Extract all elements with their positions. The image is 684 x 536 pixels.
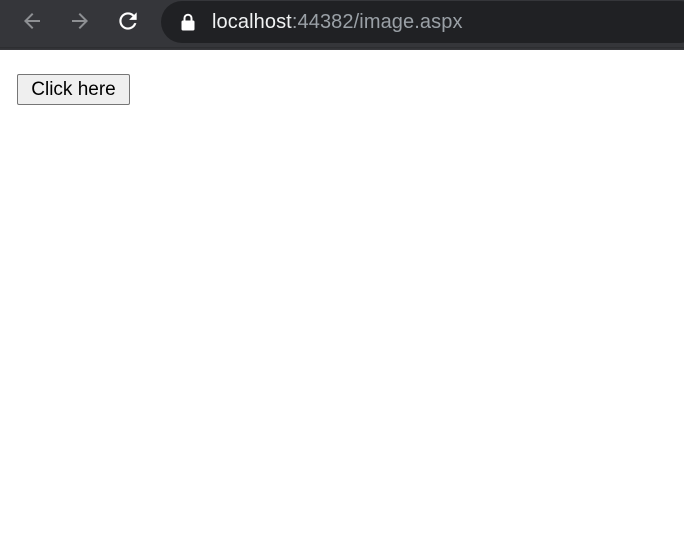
lock-icon[interactable]	[180, 13, 196, 31]
url-host: localhost	[212, 11, 292, 33]
click-here-button[interactable]: Click here	[17, 74, 130, 105]
forward-button[interactable]	[65, 6, 95, 36]
arrow-left-icon	[24, 13, 40, 29]
page-content: Click here	[0, 50, 684, 536]
url-path: :44382/image.aspx	[291, 11, 463, 33]
back-button[interactable]	[17, 6, 47, 36]
reload-icon	[119, 12, 137, 30]
reload-button[interactable]	[113, 6, 143, 36]
address-bar[interactable]: localhost:44382/image.aspx	[161, 1, 684, 43]
arrow-right-icon	[72, 13, 88, 29]
url-text[interactable]: localhost:44382/image.aspx	[212, 11, 463, 33]
browser-toolbar: localhost:44382/image.aspx	[0, 0, 684, 50]
